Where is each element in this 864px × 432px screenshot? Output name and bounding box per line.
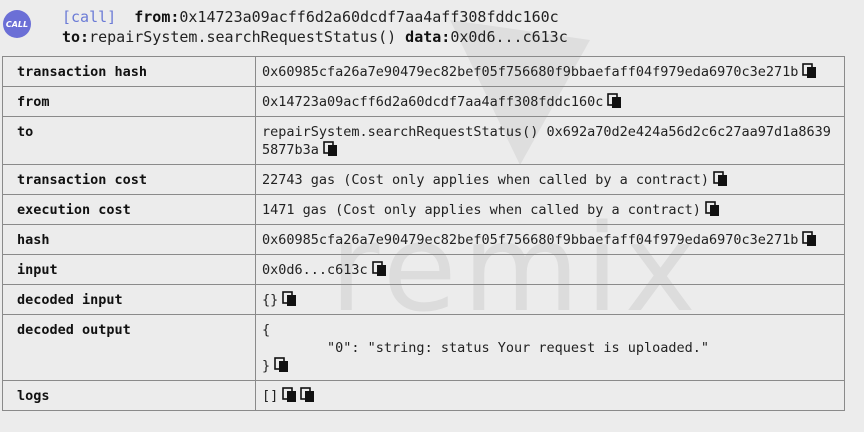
header-line-2: to:repairSystem.searchRequestStatus() da… bbox=[62, 28, 568, 46]
row-value: {} bbox=[255, 284, 845, 315]
row-label: input bbox=[2, 254, 256, 285]
call-badge-icon: CALL bbox=[3, 10, 31, 38]
copy-icon[interactable] bbox=[282, 291, 298, 307]
table-row: decoded output { "0": "string: status Yo… bbox=[2, 314, 845, 381]
from-key: from: bbox=[134, 8, 180, 26]
data-key: data: bbox=[405, 28, 451, 46]
to-key: to: bbox=[62, 28, 90, 46]
row-label: execution cost bbox=[2, 194, 256, 225]
table-row: hash 0x60985cfa26a7e90479ec82bef05f75668… bbox=[2, 224, 845, 255]
row-value: 1471 gas (Cost only applies when called … bbox=[255, 194, 845, 225]
tx-header: CALL [call] from:0x14723a09acff6d2a60dcd… bbox=[0, 0, 864, 56]
copy-icon[interactable] bbox=[300, 387, 316, 403]
copy-icon[interactable] bbox=[371, 261, 388, 277]
data-value: 0x0d6...c613c bbox=[450, 28, 568, 46]
row-value: { "0": "string: status Your request is u… bbox=[255, 314, 845, 381]
header-line-1: [call] from:0x14723a09acff6d2a60dcdf7aa4… bbox=[62, 8, 559, 26]
call-tag: [call] bbox=[62, 8, 117, 26]
row-value: repairSystem.searchRequestStatus() 0x692… bbox=[255, 116, 845, 165]
row-value: 0x60985cfa26a7e90479ec82bef05f756680f9bb… bbox=[255, 56, 845, 87]
copy-icon[interactable] bbox=[705, 201, 721, 217]
copy-icon[interactable] bbox=[607, 93, 623, 109]
row-value: 0x60985cfa26a7e90479ec82bef05f756680f9bb… bbox=[255, 224, 845, 255]
from-row-value: 0x14723a09acff6d2a60dcdf7aa4aff308fddc16… bbox=[262, 94, 604, 110]
table-row: to repairSystem.searchRequestStatus() 0x… bbox=[2, 116, 845, 165]
row-label: decoded output bbox=[2, 314, 256, 381]
execution-cost-value: 1471 gas (Cost only applies when called … bbox=[262, 202, 701, 218]
table-row: logs [] bbox=[2, 380, 845, 411]
row-label: transaction hash bbox=[2, 56, 256, 87]
to-value: repairSystem.searchRequestStatus() bbox=[89, 28, 397, 46]
table-row: transaction hash 0x60985cfa26a7e90479ec8… bbox=[2, 56, 845, 87]
row-label: hash bbox=[2, 224, 256, 255]
input-value: 0x0d6...c613c bbox=[262, 262, 368, 278]
copy-icon[interactable] bbox=[323, 141, 339, 157]
copy-icon[interactable] bbox=[274, 357, 290, 373]
copy-icon[interactable] bbox=[802, 63, 818, 79]
row-label: decoded input bbox=[2, 284, 256, 315]
row-value: 0x14723a09acff6d2a60dcdf7aa4aff308fddc16… bbox=[255, 86, 845, 117]
to-row-value: repairSystem.searchRequestStatus() 0x692… bbox=[262, 124, 831, 158]
decoded-input-value: {} bbox=[262, 292, 279, 308]
row-value: 0x0d6...c613c bbox=[255, 254, 845, 285]
decoded-output-value: { "0": "string: status Your request is u… bbox=[262, 322, 710, 374]
row-label: logs bbox=[2, 380, 256, 411]
row-label: from bbox=[2, 86, 256, 117]
table-row: decoded input {} bbox=[2, 284, 845, 315]
row-label: to bbox=[2, 116, 256, 165]
table-row: transaction cost 22743 gas (Cost only ap… bbox=[2, 164, 845, 195]
row-value: [] bbox=[255, 380, 845, 411]
hash-value: 0x60985cfa26a7e90479ec82bef05f756680f9bb… bbox=[262, 232, 799, 248]
copy-icon[interactable] bbox=[282, 387, 298, 403]
logs-value: [] bbox=[262, 388, 279, 404]
table-row: execution cost 1471 gas (Cost only appli… bbox=[2, 194, 845, 225]
transaction-details-table: transaction hash 0x60985cfa26a7e90479ec8… bbox=[2, 56, 845, 411]
table-row: from 0x14723a09acff6d2a60dcdf7aa4aff308f… bbox=[2, 86, 845, 117]
table-row: input 0x0d6...c613c bbox=[2, 254, 845, 285]
row-value: 22743 gas (Cost only applies when called… bbox=[255, 164, 845, 195]
from-value: 0x14723a09acff6d2a60dcdf7aa4aff308fddc16… bbox=[179, 8, 559, 26]
transaction-hash-value: 0x60985cfa26a7e90479ec82bef05f756680f9bb… bbox=[262, 64, 799, 80]
copy-icon[interactable] bbox=[713, 171, 729, 187]
row-label: transaction cost bbox=[2, 164, 256, 195]
transaction-cost-value: 22743 gas (Cost only applies when called… bbox=[262, 172, 710, 188]
copy-icon[interactable] bbox=[802, 231, 818, 247]
